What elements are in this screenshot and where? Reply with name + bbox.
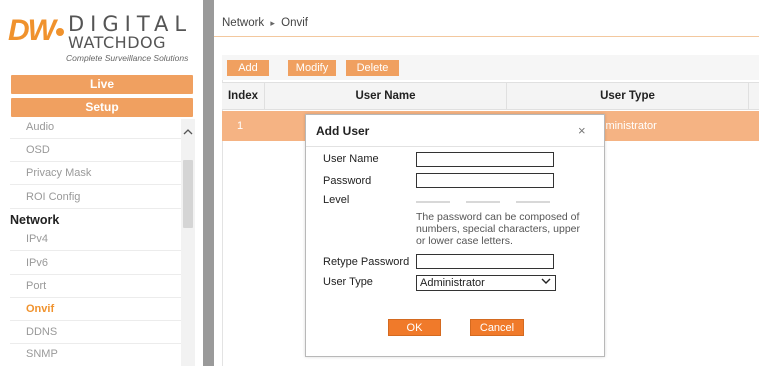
menu-item-port[interactable]: Port bbox=[26, 280, 46, 292]
user-type-select[interactable]: Administrator bbox=[416, 275, 556, 291]
sidebar: DW DIGITAL WATCHDOG Complete Surveillanc… bbox=[0, 0, 197, 366]
logo-dot bbox=[56, 28, 64, 36]
add-user-dialog: Add User × User Name Password Level The … bbox=[305, 114, 605, 357]
cell-index: 1 bbox=[237, 120, 244, 132]
ok-button[interactable]: OK bbox=[388, 319, 441, 336]
menu-divider bbox=[10, 208, 182, 209]
table-header: Index User Name User Type bbox=[222, 82, 759, 110]
panel-divider bbox=[203, 0, 214, 366]
menu-item-snmp[interactable]: SNMP bbox=[26, 348, 58, 360]
column-header-user-name[interactable]: User Name bbox=[265, 83, 506, 109]
setup-button[interactable]: Setup bbox=[11, 98, 193, 117]
retype-password-input[interactable] bbox=[416, 254, 554, 269]
password-strength-bar-strong bbox=[516, 201, 550, 203]
level-label: Level bbox=[323, 194, 350, 206]
user-name-label: User Name bbox=[323, 153, 379, 165]
user-name-input[interactable] bbox=[416, 152, 554, 167]
sidebar-scrollbar[interactable] bbox=[181, 119, 195, 366]
password-label: Password bbox=[323, 175, 372, 187]
logo-mark: DW bbox=[8, 14, 56, 47]
menu-divider bbox=[10, 297, 182, 298]
menu-divider bbox=[10, 250, 182, 251]
settings-menu: Audio OSD Privacy Mask ROI Config Networ… bbox=[0, 117, 182, 366]
menu-divider bbox=[10, 184, 182, 185]
column-divider bbox=[748, 83, 749, 109]
column-header-index[interactable]: Index bbox=[222, 83, 264, 109]
menu-item-ipv4[interactable]: IPv4 bbox=[26, 233, 48, 245]
breadcrumb-separator-icon: ▸ bbox=[270, 18, 275, 28]
cancel-button[interactable]: Cancel bbox=[470, 319, 524, 336]
menu-item-ipv6[interactable]: IPv6 bbox=[26, 257, 48, 269]
close-icon[interactable]: × bbox=[578, 123, 586, 138]
menu-item-privacy-mask[interactable]: Privacy Mask bbox=[26, 167, 91, 179]
modify-button[interactable]: Modify bbox=[288, 60, 336, 76]
password-hint: The password can be composed of numbers,… bbox=[416, 211, 580, 247]
menu-item-osd[interactable]: OSD bbox=[26, 144, 50, 156]
delete-button[interactable]: Delete bbox=[346, 60, 399, 76]
breadcrumb-network: Network bbox=[222, 17, 265, 29]
brand-logo: DW DIGITAL WATCHDOG Complete Surveillanc… bbox=[8, 10, 198, 66]
menu-divider bbox=[10, 343, 182, 344]
retype-password-label: Retype Password bbox=[323, 256, 410, 268]
password-strength-bar-medium bbox=[466, 201, 500, 203]
password-input[interactable] bbox=[416, 173, 554, 188]
menu-item-audio[interactable]: Audio bbox=[26, 121, 54, 133]
toolbar: Add Modify Delete bbox=[222, 55, 759, 80]
scrollbar-thumb[interactable] bbox=[183, 160, 193, 228]
menu-group-network[interactable]: Network bbox=[10, 213, 59, 227]
dialog-title-rule bbox=[306, 146, 604, 147]
user-type-selected: Administrator bbox=[420, 277, 485, 289]
breadcrumb-rule bbox=[214, 36, 759, 37]
password-strength-bar-weak bbox=[416, 201, 450, 203]
menu-divider bbox=[10, 274, 182, 275]
dialog-title: Add User bbox=[316, 124, 370, 138]
add-button[interactable]: Add bbox=[227, 60, 269, 76]
menu-item-ddns[interactable]: DDNS bbox=[26, 326, 57, 338]
menu-divider bbox=[10, 161, 182, 162]
menu-item-onvif[interactable]: Onvif bbox=[26, 303, 54, 315]
chevron-down-icon bbox=[541, 276, 551, 290]
menu-divider bbox=[10, 138, 182, 139]
menu-divider bbox=[10, 320, 182, 321]
column-header-user-type[interactable]: User Type bbox=[507, 83, 748, 109]
chevron-up-icon[interactable] bbox=[181, 126, 195, 140]
logo-tagline: Complete Surveillance Solutions bbox=[66, 53, 189, 63]
live-button[interactable]: Live bbox=[11, 75, 193, 94]
breadcrumb: Network ▸ Onvif bbox=[222, 17, 308, 29]
menu-item-roi-config[interactable]: ROI Config bbox=[26, 191, 80, 203]
breadcrumb-onvif: Onvif bbox=[281, 17, 308, 29]
logo-text-line2: WATCHDOG bbox=[68, 33, 166, 52]
user-type-label: User Type bbox=[323, 276, 373, 288]
